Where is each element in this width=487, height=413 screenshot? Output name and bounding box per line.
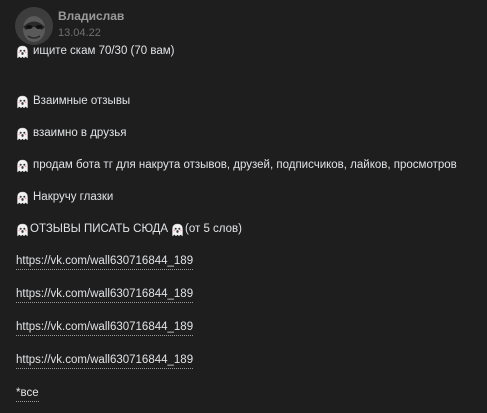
post-link[interactable]: https://vk.com/wall630716844_189 — [16, 320, 194, 336]
ghost-icon — [17, 191, 28, 204]
text-line: Накручу глазки — [16, 190, 481, 205]
post-link[interactable]: https://vk.com/wall630716844_189 — [16, 353, 194, 369]
line-text: продам бота тг для накрута отзывов, друз… — [33, 159, 457, 171]
ghost-icon — [17, 127, 28, 140]
ghost-icon — [17, 45, 28, 58]
line-text: (от 5 слов) — [185, 223, 242, 235]
footer-line: *все — [16, 386, 481, 402]
text-line: взаимно в друзья — [16, 126, 481, 141]
post-link[interactable]: https://vk.com/wall630716844_189 — [16, 254, 194, 270]
line-text: ОТЗЫВЫ ПИСАТЬ СЮДА — [30, 223, 169, 235]
post-link[interactable]: https://vk.com/wall630716844_189 — [16, 287, 194, 303]
ghost-icon — [17, 159, 28, 172]
link-line: https://vk.com/wall630716844_189 — [16, 254, 481, 270]
ghost-icon — [172, 223, 183, 236]
link-line: https://vk.com/wall630716844_189 — [16, 287, 481, 303]
link-line: https://vk.com/wall630716844_189 — [16, 320, 481, 336]
avatar[interactable] — [15, 7, 53, 45]
text-line: ищите скам 70/30 (70 вам) — [16, 44, 481, 59]
text-line: Взаимные отзывы — [16, 94, 481, 109]
line-text: Накручу глазки — [33, 191, 114, 203]
post-text: ищите скам 70/30 (70 вам) Взаимные отзыв… — [16, 44, 481, 402]
post-date[interactable]: 13.04.22 — [58, 27, 101, 39]
masked-face-icon — [15, 7, 53, 45]
wall-post: Владислав 13.04.22 ищите скам 70/30 (70 … — [0, 0, 487, 413]
line-text: взаимно в друзья — [33, 127, 127, 139]
link-line: https://vk.com/wall630716844_189 — [16, 353, 481, 369]
ghost-icon — [17, 223, 28, 236]
ghost-icon — [17, 95, 28, 108]
line-text: Взаимные отзывы — [33, 95, 131, 107]
author-name[interactable]: Владислав — [58, 9, 124, 23]
text-line: ОТЗЫВЫ ПИСАТЬ СЮДА (от 5 слов) — [16, 222, 481, 237]
text-line: продам бота тг для накрута отзывов, друз… — [16, 158, 481, 173]
footer-text: *все — [16, 386, 39, 402]
line-text: ищите скам 70/30 (70 вам) — [33, 45, 175, 57]
